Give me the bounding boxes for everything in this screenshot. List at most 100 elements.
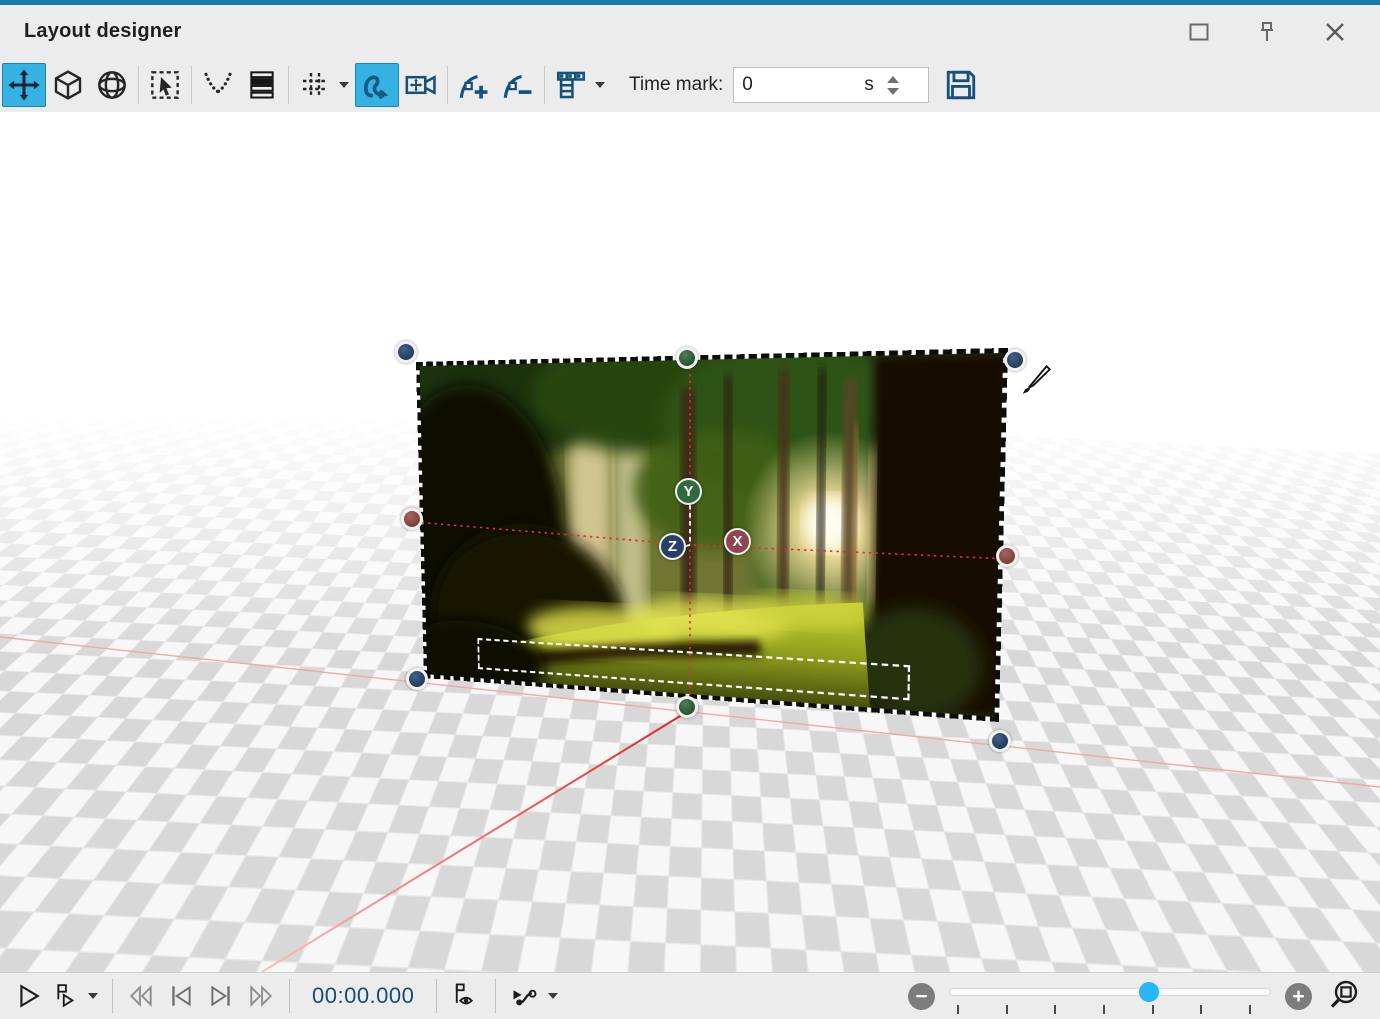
zoom-out-button[interactable]: − <box>908 983 935 1010</box>
keyframe-minus-icon <box>501 68 535 102</box>
grid-icon <box>299 69 331 101</box>
camera-pan-button[interactable] <box>399 63 443 107</box>
close-icon <box>1325 22 1345 42</box>
spinner-down-icon[interactable] <box>887 88 899 95</box>
toolbar: Time mark: s <box>0 58 1380 112</box>
time-mark-input[interactable] <box>734 74 864 96</box>
globe-icon <box>96 69 128 101</box>
select-tool-button[interactable] <box>143 63 187 107</box>
minus-icon: − <box>915 986 927 1007</box>
axis-x-label: X <box>732 533 742 550</box>
transport-bar: 00:00.000 − <box>0 972 1380 1019</box>
motion-path-dropdown-arrow[interactable] <box>548 993 558 999</box>
add-keyframe-button[interactable] <box>452 63 496 107</box>
plus-icon: + <box>1292 986 1304 1007</box>
axis-y-badge[interactable]: Y <box>675 478 702 505</box>
fast-forward-icon <box>247 983 275 1009</box>
object-list-dropdown-arrow[interactable] <box>595 82 605 88</box>
axis-y-label: Y <box>683 483 693 500</box>
globe-button[interactable] <box>90 63 134 107</box>
marker-play-icon <box>54 983 80 1009</box>
time-mark-field: s <box>733 67 929 103</box>
marker-visibility-button[interactable] <box>445 976 487 1016</box>
motion-path-tool-button[interactable] <box>355 63 399 107</box>
transport-separator <box>112 979 113 1013</box>
axis-z-badge[interactable]: Z <box>659 533 686 560</box>
zoom-fit-icon <box>1328 978 1360 1010</box>
pin-icon <box>1257 21 1277 43</box>
grid-dropdown-arrow[interactable] <box>339 82 349 88</box>
s-curve-icon <box>360 68 394 102</box>
rewind-icon <box>127 983 155 1009</box>
toolbar-separator <box>288 66 289 104</box>
move-tool-button[interactable] <box>2 63 46 107</box>
marker-eye-icon <box>451 982 481 1010</box>
time-mark-label: Time mark: <box>629 74 723 96</box>
handle-bottom-left[interactable] <box>406 668 428 690</box>
time-display: 00:00.000 <box>312 983 414 1009</box>
zoom-slider[interactable] <box>949 979 1271 1013</box>
play-options-dropdown-arrow[interactable] <box>88 993 98 999</box>
window-title: Layout designer <box>24 20 181 43</box>
axis-x-badge[interactable]: X <box>724 528 751 555</box>
layout-designer-window: Layout designer <box>0 0 1380 1019</box>
axis-z-label: Z <box>668 538 677 555</box>
play-button[interactable] <box>10 976 48 1016</box>
maximize-button[interactable] <box>1186 19 1212 45</box>
save-icon <box>944 68 978 102</box>
rewind-button[interactable] <box>121 976 161 1016</box>
selected-image-object[interactable] <box>416 348 1008 722</box>
play-from-marker-button[interactable] <box>48 976 86 1016</box>
object-list-button[interactable] <box>549 63 593 107</box>
zoom-slider-thumb[interactable] <box>1139 982 1159 1002</box>
transport-separator <box>289 979 290 1013</box>
zoom-in-button[interactable]: + <box>1285 983 1312 1010</box>
spinner-up-icon[interactable] <box>887 76 899 83</box>
handle-middle-left[interactable] <box>401 508 423 530</box>
time-mark-unit: s <box>864 74 874 96</box>
toolbar-separator <box>138 66 139 104</box>
handle-bottom-right[interactable] <box>989 730 1011 752</box>
transport-separator <box>495 979 496 1013</box>
handle-top-center[interactable] <box>676 347 698 369</box>
dotted-curve-icon <box>202 69 234 101</box>
table-icon <box>554 68 588 102</box>
keyframe-plus-icon <box>457 68 491 102</box>
skip-start-icon <box>167 983 195 1009</box>
remove-keyframe-button[interactable] <box>496 63 540 107</box>
save-button[interactable] <box>939 63 983 107</box>
fast-forward-button[interactable] <box>241 976 281 1016</box>
transport-separator <box>436 979 437 1013</box>
maximize-icon <box>1191 24 1208 39</box>
layers-button[interactable] <box>240 63 284 107</box>
toolbar-separator <box>544 66 545 104</box>
zoom-slider-track[interactable] <box>949 988 1271 996</box>
motion-path-display-button[interactable] <box>504 976 546 1016</box>
go-to-end-button[interactable] <box>201 976 241 1016</box>
paintbrush-cursor-icon <box>1018 364 1052 398</box>
smooth-curve-button[interactable] <box>196 63 240 107</box>
handle-bottom-center[interactable] <box>676 696 698 718</box>
camera-move-icon <box>404 68 438 102</box>
cube-3d-button[interactable] <box>46 63 90 107</box>
zoom-fit-button[interactable] <box>1328 978 1360 1015</box>
cube-icon <box>52 69 84 101</box>
zoom-controls: − + <box>908 978 1370 1015</box>
titlebar: Layout designer <box>0 5 1380 58</box>
handle-middle-right[interactable] <box>996 545 1018 567</box>
grid-button[interactable] <box>293 63 337 107</box>
toolbar-separator <box>447 66 448 104</box>
move-icon <box>7 68 41 102</box>
close-button[interactable] <box>1322 19 1348 45</box>
handle-top-left[interactable] <box>395 341 417 363</box>
time-mark-spinner[interactable] <box>880 68 906 102</box>
go-to-start-button[interactable] <box>161 976 201 1016</box>
play-icon <box>16 983 42 1009</box>
design-canvas[interactable]: Y Z X <box>0 112 1380 972</box>
toolbar-separator <box>191 66 192 104</box>
layers-icon <box>246 69 278 101</box>
skip-end-icon <box>207 983 235 1009</box>
pin-button[interactable] <box>1254 19 1280 45</box>
selection-rectangle-icon <box>149 69 181 101</box>
motion-path-icon <box>510 982 540 1010</box>
